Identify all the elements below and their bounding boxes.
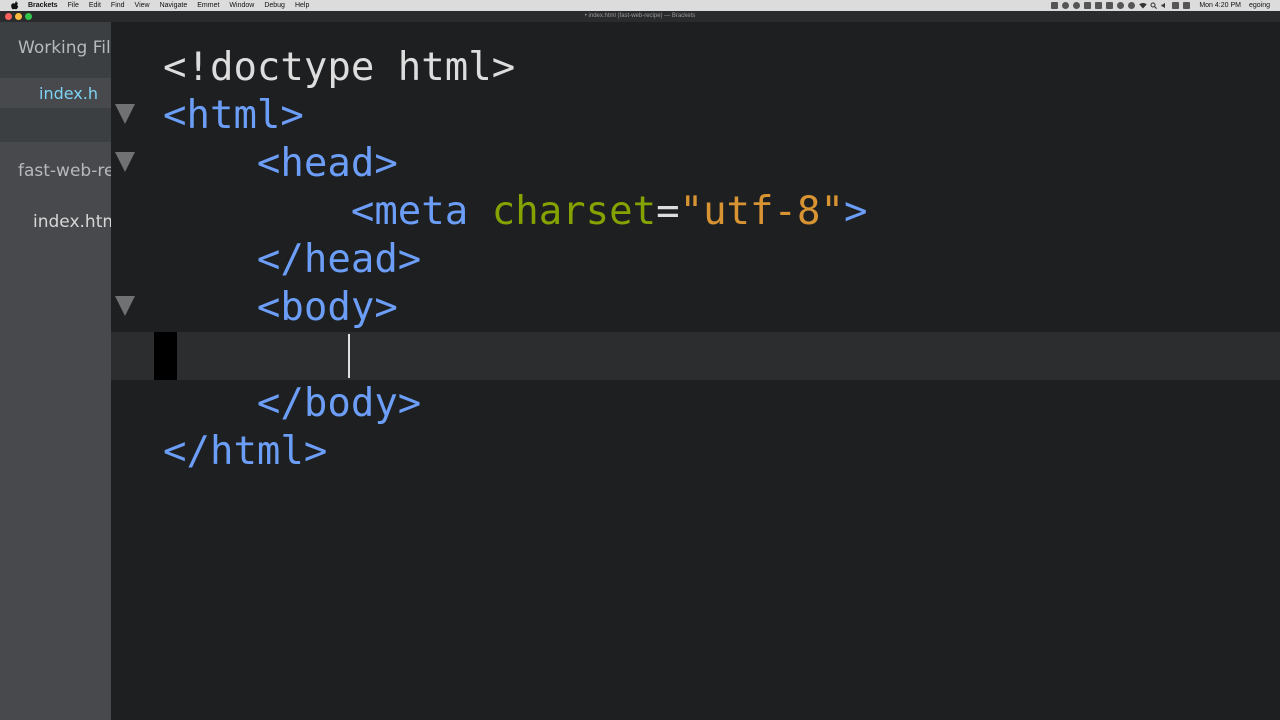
minimize-window-button[interactable]: [15, 13, 22, 20]
code-line[interactable]: <head>: [163, 140, 398, 188]
code-line[interactable]: <body>: [163, 284, 398, 332]
code-editor[interactable]: <!doctype html> <html> <head> <meta chars…: [111, 22, 1280, 720]
feather-icon[interactable]: [1073, 2, 1081, 9]
code-line[interactable]: [163, 332, 351, 380]
code-line[interactable]: <!doctype html>: [163, 44, 515, 92]
code-area[interactable]: <!doctype html> <html> <head> <meta chars…: [163, 22, 1280, 720]
window-title-bar: • index.html (fast-web-recipe) — Bracket…: [0, 11, 1280, 22]
clipboard-icon[interactable]: [1095, 2, 1103, 9]
apple-menu-icon[interactable]: [10, 1, 19, 10]
code-line[interactable]: </head>: [163, 236, 421, 284]
wifi-icon[interactable]: [1139, 2, 1148, 9]
screen-icon[interactable]: [1084, 2, 1092, 9]
menu-edit[interactable]: Edit: [89, 0, 101, 11]
menu-view[interactable]: View: [135, 0, 150, 11]
code-token: <html>: [163, 93, 304, 138]
maximize-window-button[interactable]: [25, 13, 32, 20]
menu-navigate[interactable]: Navigate: [160, 0, 188, 11]
code-token: <!doctype html>: [163, 45, 516, 90]
fold-body-icon[interactable]: [115, 296, 135, 316]
menu-emmet[interactable]: Emmet: [197, 0, 219, 11]
code-token: <body>: [163, 285, 398, 330]
text-cursor: [348, 334, 350, 378]
sidebar: Working Fil index.h fast-web-re index.ht…: [0, 22, 111, 720]
working-files-header[interactable]: Working Fil: [18, 38, 111, 58]
code-token: >: [843, 189, 868, 234]
code-token: <head>: [163, 141, 398, 186]
code-token: </body>: [163, 381, 422, 426]
fold-html-icon[interactable]: [115, 104, 135, 124]
code-token: =: [656, 189, 680, 234]
code-token: </html>: [163, 429, 328, 474]
code-token: <meta: [163, 189, 492, 234]
close-window-button[interactable]: [5, 13, 12, 20]
menu-app-name[interactable]: Brackets: [28, 0, 58, 11]
search-icon[interactable]: [1150, 2, 1158, 9]
code-line[interactable]: <html>: [163, 92, 304, 140]
flag-icon[interactable]: [1183, 2, 1191, 9]
status-icon[interactable]: [1062, 2, 1070, 9]
dropbox-icon[interactable]: [1051, 2, 1059, 9]
info-icon[interactable]: [1128, 2, 1136, 9]
battery-icon[interactable]: [1172, 2, 1180, 9]
menu-find[interactable]: Find: [111, 0, 125, 11]
fold-head-icon[interactable]: [115, 152, 135, 172]
menu-help[interactable]: Help: [295, 0, 309, 11]
app-tray-icon[interactable]: [1106, 2, 1114, 9]
menu-bar-user[interactable]: egoing: [1249, 0, 1270, 11]
menu-file[interactable]: File: [68, 0, 79, 11]
code-token: charset: [491, 189, 657, 234]
globe-icon[interactable]: [1117, 2, 1125, 9]
project-name[interactable]: fast-web-re: [18, 161, 111, 181]
code-line[interactable]: </body>: [163, 380, 421, 428]
menu-bar-clock[interactable]: Mon 4:20 PM: [1199, 0, 1241, 11]
macos-menu-bar: Brackets File Edit Find View Navigate Em…: [0, 0, 1280, 11]
code-token: </head>: [163, 237, 422, 282]
menu-debug[interactable]: Debug: [264, 0, 285, 11]
project-file-index[interactable]: index.htm: [33, 212, 111, 232]
working-file-index[interactable]: index.h: [39, 84, 98, 103]
code-token: "utf-8": [679, 189, 844, 234]
volume-icon[interactable]: [1161, 2, 1168, 9]
menu-window[interactable]: Window: [229, 0, 254, 11]
window-title: • index.html (fast-web-recipe) — Bracket…: [584, 13, 696, 19]
code-line[interactable]: </html>: [163, 428, 327, 476]
code-line[interactable]: <meta charset="utf-8">: [163, 188, 868, 236]
menu-bar-tray: Mon 4:20 PM egoing: [1047, 0, 1270, 11]
